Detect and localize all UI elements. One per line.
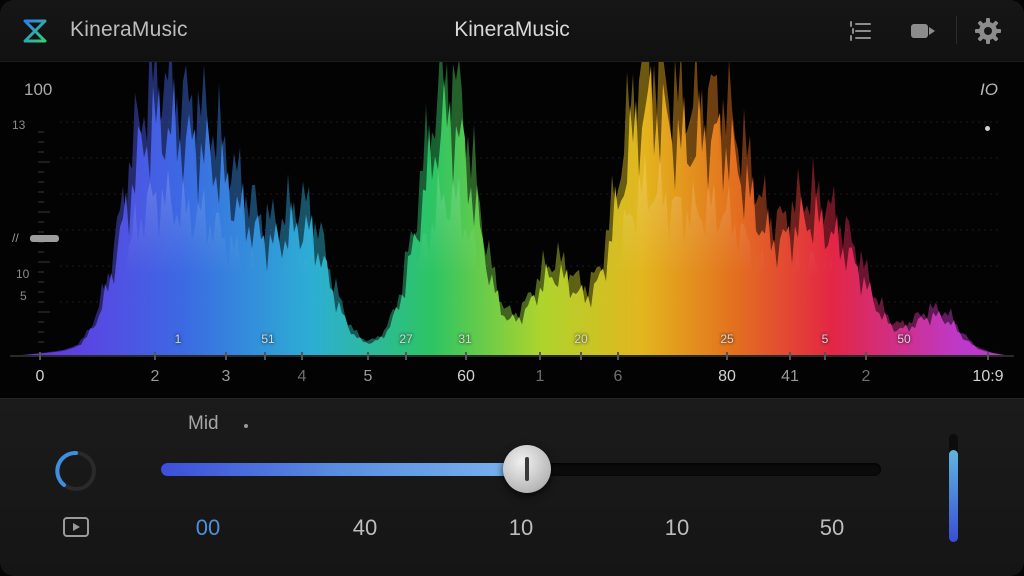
- loading-spinner-icon: [55, 450, 96, 491]
- x-axis-label: 5: [363, 368, 373, 385]
- slider-tick-label: 10: [664, 515, 690, 540]
- spectrum-visualizer[interactable]: 100 13 10 5 // IO 1 51 27 31 20 25 5 50 …: [0, 62, 1024, 398]
- audio-output-icon[interactable]: [908, 16, 938, 46]
- x-axis-label: 4: [297, 368, 307, 385]
- slider-knob[interactable]: [503, 445, 551, 493]
- peak-label: 50: [897, 332, 911, 346]
- x-axis-label: 41: [781, 368, 799, 385]
- peak-label: 51: [261, 332, 275, 346]
- level-meter-fill: [949, 450, 958, 542]
- level-meter[interactable]: [949, 434, 958, 542]
- x-axis-label: 80: [718, 368, 736, 385]
- x-axis-label: 6: [613, 368, 623, 385]
- control-panel: Mid 00 40 10 10 50: [0, 398, 1024, 576]
- slider-tick-label: 10: [508, 515, 534, 540]
- band-dot: [244, 424, 248, 428]
- y-axis-label: 5: [20, 289, 27, 303]
- x-axis-label: 0: [35, 368, 45, 385]
- io-indicator-dot: [985, 126, 990, 131]
- slider-tick-label: 40: [352, 515, 378, 540]
- peak-label: 5: [821, 332, 829, 346]
- spectrum-graph: [10, 62, 1014, 360]
- title-bar: KineraMusic KineraMusic: [0, 0, 1024, 62]
- x-axis-label: 2: [150, 368, 160, 385]
- io-label: IO: [980, 80, 998, 99]
- y-axis-label: 10: [16, 267, 30, 281]
- y-axis-top-label: 100: [24, 80, 53, 99]
- kinera-logo-icon: [23, 19, 47, 43]
- band-label: Mid: [188, 413, 219, 434]
- peak-label: 27: [399, 332, 413, 346]
- equalizer-list-icon[interactable]: [845, 16, 875, 46]
- x-axis-label: 1: [535, 368, 545, 385]
- x-axis-label: 3: [221, 368, 231, 385]
- peak-label: 25: [720, 332, 734, 346]
- y-axis-label: 13: [12, 118, 26, 132]
- gear-icon[interactable]: [973, 16, 1003, 46]
- peak-label: 1: [174, 332, 182, 346]
- marker-hint: //: [12, 231, 19, 245]
- window-title: KineraMusic: [454, 18, 570, 41]
- slider-tick-label: 00: [195, 515, 221, 540]
- peak-label: 31: [458, 332, 472, 346]
- app-name: KineraMusic: [70, 18, 188, 41]
- slider-fill: [161, 463, 529, 476]
- level-marker-handle[interactable]: [30, 235, 59, 242]
- peak-label: 20: [574, 332, 588, 346]
- x-axis-label: 60: [457, 368, 475, 385]
- header-divider: [956, 16, 957, 44]
- app-window: KineraMusic KineraMusic 100 13 10 5 // I…: [0, 0, 1024, 576]
- x-axis-label: 2: [861, 368, 871, 385]
- play-video-icon[interactable]: [62, 516, 90, 538]
- x-axis-label: 10:9: [972, 368, 1004, 385]
- slider-tick-label: 50: [819, 515, 845, 540]
